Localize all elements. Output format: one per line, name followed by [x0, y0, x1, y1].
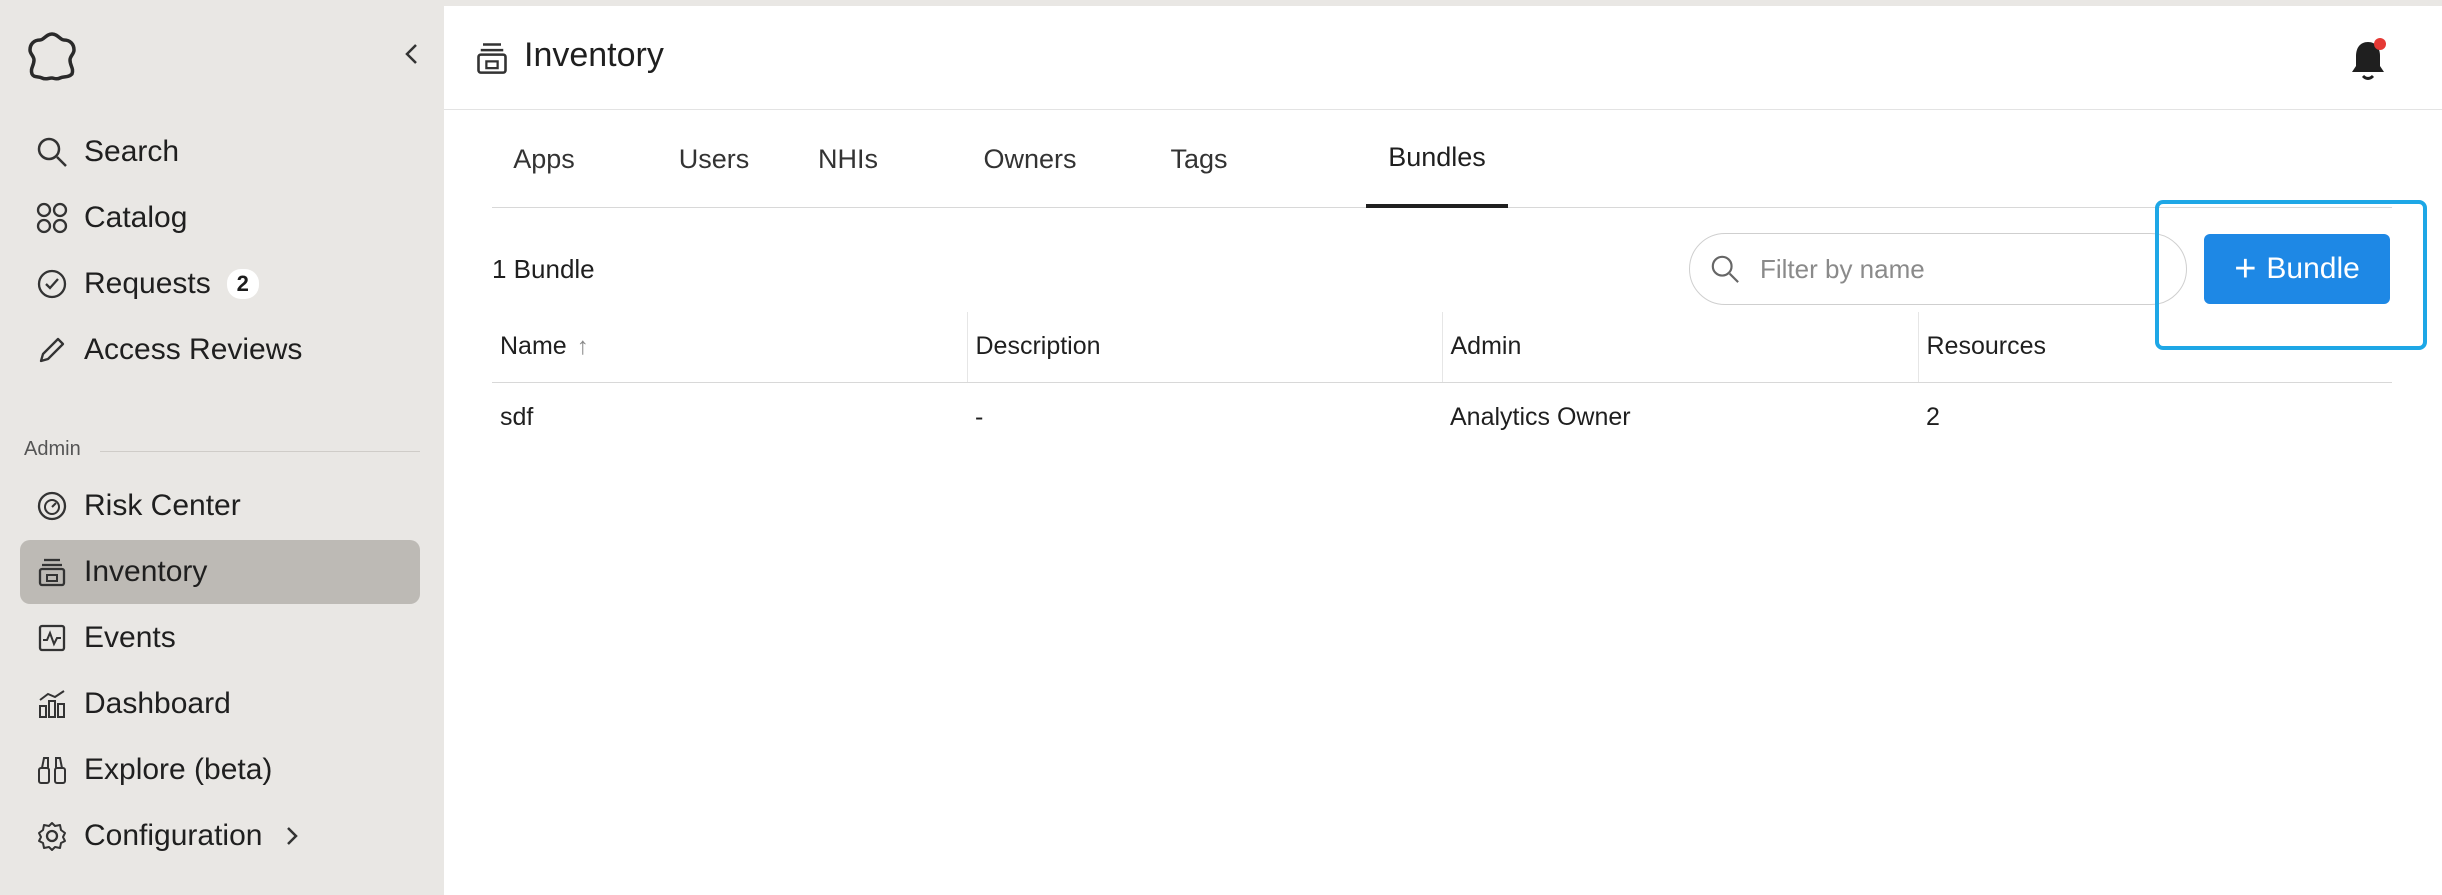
cell-resources: 2 [1926, 402, 1940, 431]
inventory-icon [477, 43, 507, 74]
requests-count-badge: 2 [226, 269, 259, 299]
tab-owners[interactable]: Owners [960, 110, 1100, 208]
sidebar-item-inventory[interactable]: Inventory [20, 540, 420, 604]
filter-input[interactable] [1760, 253, 2160, 285]
sidebar-item-configuration[interactable]: Configuration [20, 804, 420, 868]
page-title: Inventory [524, 36, 664, 74]
tab-bar: Apps Users NHIs Owners Tags Bundles [492, 110, 2392, 208]
filter-field[interactable] [1689, 233, 2187, 305]
sidebar-item-label: Configuration [84, 819, 263, 852]
sidebar-item-label: Search [84, 135, 180, 168]
pencil-icon [20, 318, 84, 382]
tab-nhis[interactable]: NHIs [802, 110, 894, 208]
sidebar-item-label: Risk Center [84, 489, 241, 522]
section-divider [100, 451, 420, 452]
tab-tags[interactable]: Tags [1154, 110, 1244, 208]
search-icon [1690, 254, 1760, 284]
sidebar-item-access-reviews[interactable]: Access Reviews [20, 318, 420, 382]
sidebar-item-risk-center[interactable]: Risk Center [20, 474, 420, 538]
activity-icon [20, 606, 84, 670]
org-logo[interactable] [24, 28, 80, 84]
sidebar-item-search[interactable]: Search [20, 120, 420, 184]
check-circle-icon [20, 252, 84, 316]
cell-admin: Analytics Owner [1450, 402, 1631, 431]
column-header-admin[interactable]: Admin [1441, 312, 1918, 383]
sidebar-item-events[interactable]: Events [20, 606, 420, 670]
sidebar-item-requests[interactable]: Requests 2 [20, 252, 420, 316]
tab-users[interactable]: Users [662, 110, 766, 208]
column-header-description[interactable]: Description [966, 312, 1442, 383]
bell-icon[interactable] [2346, 36, 2390, 84]
sidebar-item-label: Inventory [84, 555, 208, 588]
chevron-left-icon [405, 44, 417, 64]
chevron-right-icon [287, 827, 299, 845]
table-row[interactable]: sdf - Analytics Owner 2 [492, 382, 2392, 452]
bundles-table: Name ↑ Description Admin Resources sdf - … [492, 312, 2392, 452]
sidebar-item-label: Access Reviews [84, 333, 303, 366]
gauge-icon [20, 474, 84, 538]
bar-chart-icon [20, 672, 84, 736]
plus-icon: + [2234, 248, 2257, 290]
admin-section-label: Admin [24, 438, 81, 460]
sidebar-item-explore[interactable]: Explore (beta) [20, 738, 420, 802]
sidebar: Search Catalog Requests 2 Access Reviews… [0, 0, 444, 895]
page-header: Inventory [444, 6, 2442, 110]
column-header-name[interactable]: Name ↑ [492, 312, 967, 383]
tab-bundles[interactable]: Bundles [1366, 110, 1508, 208]
sidebar-item-label: Events [84, 621, 176, 654]
gear-icon [20, 804, 84, 868]
table-header-row: Name ↑ Description Admin Resources [492, 312, 2392, 383]
tab-apps[interactable]: Apps [492, 110, 596, 208]
bundle-count: 1 Bundle [492, 254, 595, 284]
sidebar-item-label: Dashboard [84, 687, 231, 720]
column-header-label: Resources [1926, 332, 2047, 361]
sidebar-item-catalog[interactable]: Catalog [20, 186, 420, 250]
sort-ascending-icon[interactable]: ↑ [577, 333, 589, 360]
add-bundle-button[interactable]: + Bundle [2204, 234, 2390, 304]
sidebar-item-dashboard[interactable]: Dashboard [20, 672, 420, 736]
search-icon [20, 120, 84, 184]
column-header-resources[interactable]: Resources [1917, 312, 2392, 383]
cell-description: - [975, 402, 984, 431]
collapse-sidebar-button[interactable] [396, 36, 428, 72]
column-header-label: Name [500, 332, 567, 361]
inventory-icon [20, 540, 84, 604]
column-header-label: Admin [1450, 332, 1522, 361]
column-header-label: Description [975, 332, 1101, 361]
grid-icon [20, 186, 84, 250]
sidebar-item-label: Requests [84, 267, 211, 300]
binoculars-icon [20, 738, 84, 802]
main-content: Inventory Apps Users NHIs Owners Tags Bu… [444, 0, 2442, 895]
sidebar-item-label: Explore (beta) [84, 753, 273, 786]
add-bundle-label: Bundle [2266, 252, 2360, 285]
cell-name: sdf [500, 402, 534, 431]
sidebar-item-label: Catalog [84, 201, 188, 234]
